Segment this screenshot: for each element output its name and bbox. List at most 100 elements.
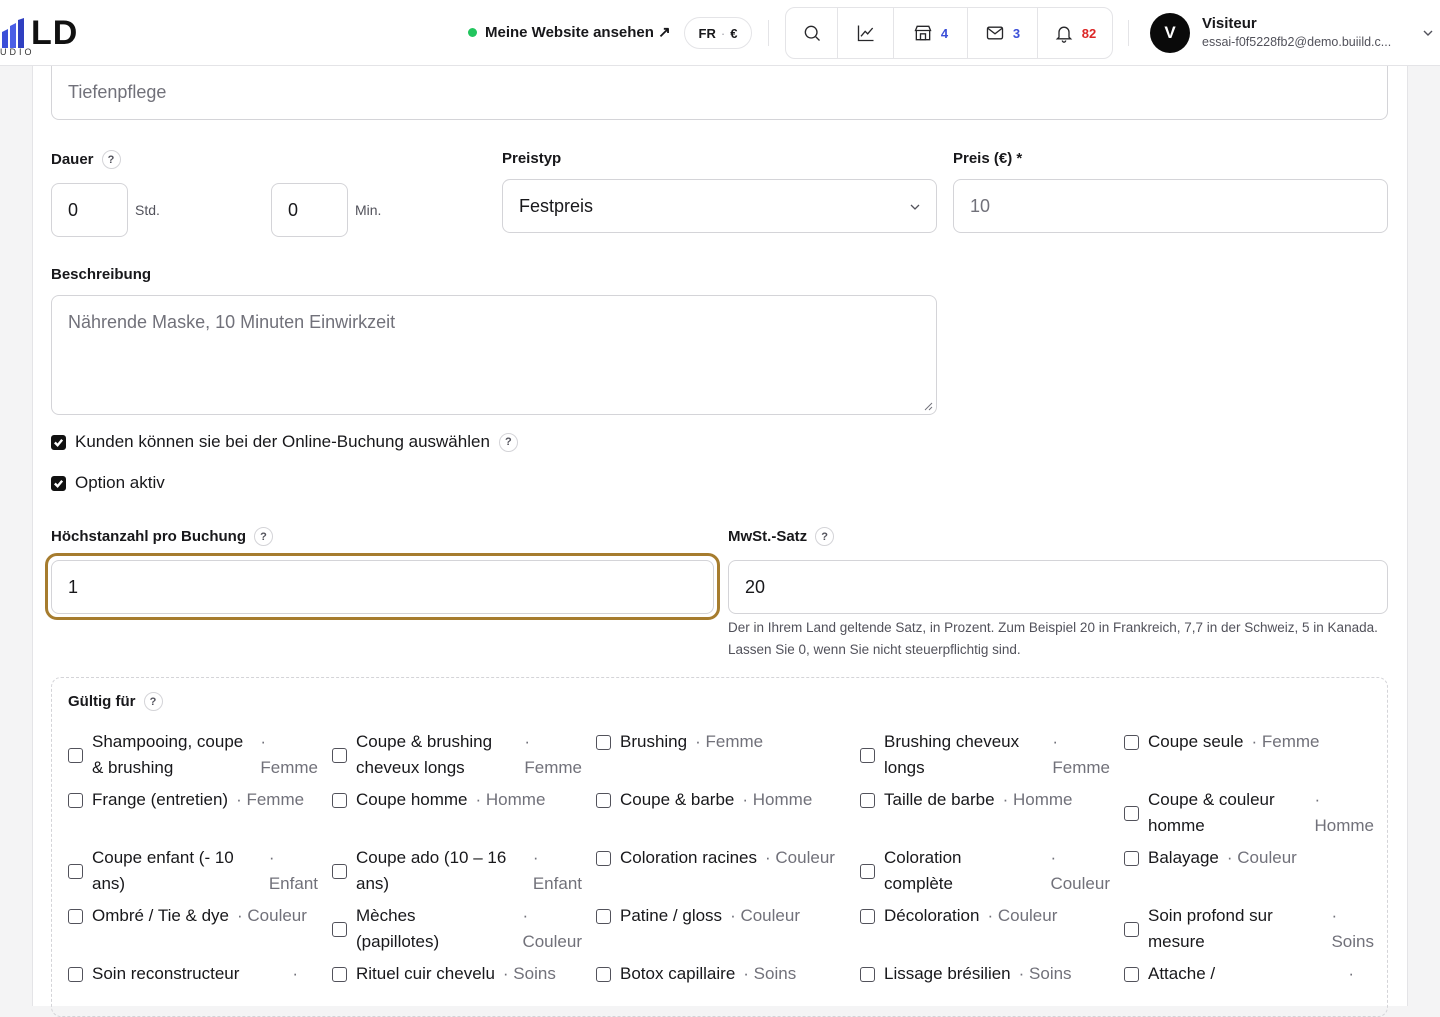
price-input[interactable]: 10	[953, 179, 1388, 233]
service-checkbox[interactable]	[596, 734, 611, 750]
brand-logo[interactable]: LD UDIO	[0, 14, 100, 58]
service-option[interactable]: Coupe homme · Homme	[332, 787, 582, 813]
service-name-line2: complète	[884, 874, 953, 893]
service-checkbox[interactable]	[68, 908, 83, 924]
resize-handle-icon[interactable]	[924, 402, 933, 411]
avatar[interactable]: V	[1150, 13, 1190, 53]
service-name-input[interactable]: Tiefenpflege	[51, 66, 1388, 120]
service-option[interactable]: Frange (entretien) · Femme	[68, 787, 318, 813]
service-text: Mèches · (papillotes) Couleur	[356, 903, 582, 955]
service-checkbox[interactable]	[596, 908, 611, 924]
store-icon	[914, 25, 932, 41]
help-icon[interactable]: ?	[143, 692, 163, 711]
service-option[interactable]: Coloration · complète Couleur	[860, 845, 1110, 897]
service-checkbox[interactable]	[860, 966, 875, 982]
service-checkbox[interactable]	[596, 966, 611, 982]
service-option[interactable]: Coloration racines · Couleur	[596, 845, 846, 871]
service-option[interactable]: Mèches · (papillotes) Couleur	[332, 903, 582, 955]
service-category: ·	[292, 964, 298, 983]
service-checkbox[interactable]	[1124, 921, 1139, 937]
language-currency-switch[interactable]: FR · €	[684, 17, 752, 49]
user-name[interactable]: Visiteur	[1202, 15, 1257, 32]
service-option[interactable]: Taille de barbe · Homme	[860, 787, 1110, 813]
online-booking-label: Kunden können sie bei der Online-Buchung…	[75, 432, 490, 451]
service-option[interactable]: Brushing · Femme	[596, 729, 846, 755]
help-icon[interactable]: ?	[101, 150, 121, 169]
service-checkbox[interactable]	[1124, 850, 1139, 866]
online-booking-checkbox[interactable]	[51, 434, 66, 450]
service-category: · Soins	[502, 964, 556, 983]
help-icon[interactable]: ?	[815, 527, 835, 546]
service-name: Balayage	[1148, 848, 1219, 867]
chevron-down-icon[interactable]	[1422, 27, 1434, 39]
service-option[interactable]: Coupe ado (10 – 16 · ans) Enfant	[332, 845, 582, 897]
service-text: Coupe homme · Homme	[356, 787, 582, 813]
service-checkbox[interactable]	[68, 863, 83, 879]
duration-hours-input[interactable]: 0	[51, 183, 128, 237]
logo-bars-icon	[2, 18, 24, 48]
shop-button[interactable]: 4	[894, 8, 968, 58]
service-option[interactable]: Lissage brésilien · Soins	[860, 961, 1110, 987]
stats-button[interactable]	[838, 8, 894, 58]
service-checkbox[interactable]	[332, 863, 347, 879]
price-type-select[interactable]: Festpreis	[502, 179, 937, 233]
service-checkbox[interactable]	[596, 850, 611, 866]
header-toolbar: 4 3 82	[785, 7, 1113, 59]
service-option[interactable]: Brushing cheveux · longs Femme	[860, 729, 1110, 781]
service-option[interactable]: Balayage · Couleur	[1124, 845, 1374, 871]
service-checkbox[interactable]	[860, 792, 875, 808]
option-active-checkbox[interactable]	[51, 475, 66, 491]
view-website-link[interactable]: Meine Website ansehen ↗	[468, 20, 671, 44]
service-category: · Homme	[475, 790, 546, 809]
max-per-booking-input[interactable]: 1	[51, 560, 714, 614]
service-option[interactable]: Ombré / Tie & dye · Couleur	[68, 903, 318, 929]
service-text: Coupe enfant (- 10 · ans) Enfant	[92, 845, 318, 897]
duration-minutes-input[interactable]: 0	[271, 183, 348, 237]
help-icon[interactable]: ?	[498, 432, 518, 452]
service-checkbox[interactable]	[68, 966, 83, 982]
service-option[interactable]: Patine / gloss · Couleur	[596, 903, 846, 929]
service-option[interactable]: Soin reconstructeur ·	[68, 961, 318, 987]
service-name: Coupe ado (10 – 16	[356, 848, 507, 867]
service-checkbox[interactable]	[860, 747, 875, 763]
service-checkbox[interactable]	[1124, 966, 1139, 982]
service-option[interactable]: Botox capillaire · Soins	[596, 961, 846, 987]
service-checkbox[interactable]	[68, 792, 83, 808]
description-textarea[interactable]: Nährende Maske, 10 Minuten Einwirkzeit	[51, 295, 937, 415]
notifications-button[interactable]: 82	[1038, 8, 1112, 58]
service-checkbox[interactable]	[1124, 734, 1139, 750]
help-icon[interactable]: ?	[254, 527, 273, 546]
service-checkbox[interactable]	[332, 966, 347, 982]
service-checkbox[interactable]	[1124, 805, 1139, 821]
vat-input[interactable]: 20	[728, 560, 1388, 614]
service-option[interactable]: Shampooing, coupe · & brushing Femme	[68, 729, 318, 781]
service-option[interactable]: Coupe & brushing · cheveux longs Femme	[332, 729, 582, 781]
service-category: ·	[1348, 964, 1354, 983]
service-checkbox[interactable]	[332, 747, 347, 763]
service-option[interactable]: Décoloration · Couleur	[860, 903, 1110, 929]
service-option[interactable]: Attache / ·	[1124, 961, 1374, 987]
service-option[interactable]: Coupe & barbe · Homme	[596, 787, 846, 813]
top-header: LD UDIO Meine Website ansehen ↗ FR · € 4…	[0, 0, 1440, 66]
service-name: Mèches	[356, 906, 416, 925]
service-option[interactable]: Soin profond sur · mesure Soins	[1124, 903, 1374, 955]
service-checkbox[interactable]	[332, 792, 347, 808]
service-checkbox[interactable]	[332, 921, 347, 937]
service-checkbox[interactable]	[68, 747, 83, 763]
service-name: Soin reconstructeur	[92, 964, 240, 983]
service-checkbox[interactable]	[596, 792, 611, 808]
service-option[interactable]: Coupe seule · Femme	[1124, 729, 1374, 755]
service-option[interactable]: Coupe enfant (- 10 · ans) Enfant	[68, 845, 318, 897]
service-category: · Soins	[1018, 964, 1072, 983]
service-name: Brushing cheveux	[884, 732, 1020, 751]
language-code: FR	[698, 25, 716, 41]
service-checkbox[interactable]	[860, 863, 875, 879]
vat-label: MwSt.-Satz ?	[728, 527, 835, 546]
messages-button[interactable]: 3	[968, 8, 1038, 58]
search-button[interactable]	[786, 8, 838, 58]
minutes-unit-label: Min.	[355, 202, 382, 218]
service-checkbox[interactable]	[860, 908, 875, 924]
separator-dot: ·	[1314, 790, 1321, 809]
service-option[interactable]: Rituel cuir chevelu · Soins	[332, 961, 582, 987]
service-option[interactable]: Coupe & couleur · homme Homme	[1124, 787, 1374, 839]
